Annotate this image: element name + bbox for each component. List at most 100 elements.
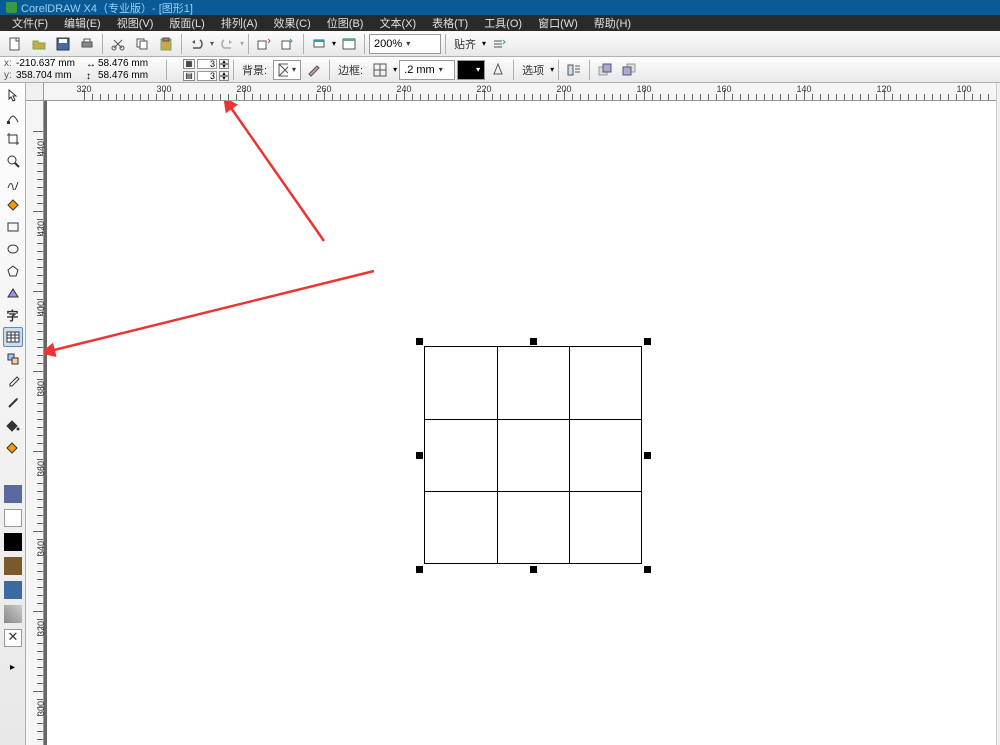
- zoom-tool[interactable]: [3, 151, 23, 171]
- fill-tool[interactable]: [3, 415, 23, 435]
- menu-tools[interactable]: 工具(O): [476, 15, 530, 31]
- border-dropdown-icon[interactable]: ▾: [393, 65, 397, 74]
- width-value: 58.476 mm: [98, 58, 162, 69]
- rectangle-tool[interactable]: [3, 217, 23, 237]
- interactive-tool[interactable]: [3, 349, 23, 369]
- menu-effects[interactable]: 效果(C): [266, 15, 319, 31]
- redo-dropdown-icon[interactable]: ▾: [240, 39, 244, 48]
- menu-file[interactable]: 文件(F): [4, 15, 56, 31]
- cut-button[interactable]: [107, 33, 129, 55]
- handle-nw[interactable]: [416, 338, 423, 345]
- handle-ne[interactable]: [644, 338, 651, 345]
- columns-spinner[interactable]: ▴▾: [219, 59, 229, 69]
- snap-label[interactable]: 贴齐: [450, 36, 480, 52]
- edit-fill-button[interactable]: [303, 59, 325, 81]
- menu-bitmap[interactable]: 位图(B): [319, 15, 372, 31]
- x-label: x:: [4, 58, 14, 69]
- to-back-button[interactable]: [618, 59, 640, 81]
- swatch-5[interactable]: [4, 581, 22, 599]
- background-fill-dropdown[interactable]: ▾: [273, 60, 301, 80]
- toolbox: 字 ✕ ▸: [0, 83, 26, 745]
- ruler-origin[interactable]: [26, 83, 44, 101]
- menu-edit[interactable]: 编辑(E): [56, 15, 109, 31]
- swatch-6[interactable]: [4, 605, 22, 623]
- handle-s[interactable]: [530, 566, 537, 573]
- handle-w[interactable]: [416, 452, 423, 459]
- no-color-swatch[interactable]: ✕: [4, 629, 22, 647]
- handle-n[interactable]: [530, 338, 537, 345]
- menu-window[interactable]: 窗口(W): [530, 15, 586, 31]
- handle-e[interactable]: [644, 452, 651, 459]
- to-front-button[interactable]: [594, 59, 616, 81]
- ellipse-tool[interactable]: [3, 239, 23, 259]
- handle-se[interactable]: [644, 566, 651, 573]
- app-dropdown-icon[interactable]: ▾: [332, 39, 336, 48]
- menu-view[interactable]: 视图(V): [109, 15, 162, 31]
- rows-input[interactable]: [197, 71, 217, 81]
- handle-sw[interactable]: [416, 566, 423, 573]
- canvas[interactable]: [44, 101, 1000, 745]
- open-button[interactable]: [28, 33, 50, 55]
- outline-width-value: .2 mm: [404, 64, 435, 76]
- options-button[interactable]: [488, 33, 510, 55]
- options-dropdown-icon[interactable]: ▾: [550, 65, 554, 74]
- columns-icon: ▦: [183, 59, 195, 69]
- vertical-ruler[interactable]: 440420400380360340320300: [26, 101, 44, 745]
- crop-tool[interactable]: [3, 129, 23, 149]
- basic-shapes-tool[interactable]: [3, 283, 23, 303]
- menu-help[interactable]: 帮助(H): [586, 15, 639, 31]
- polygon-tool[interactable]: [3, 261, 23, 281]
- snap-dropdown-icon[interactable]: ▾: [482, 39, 486, 48]
- chevron-down-icon: ▾: [476, 65, 480, 74]
- outline-color-dropdown[interactable]: ▾: [457, 60, 485, 80]
- grid-line-v1: [497, 347, 498, 563]
- wrap-text-button[interactable]: [563, 59, 585, 81]
- shape-tool[interactable]: [3, 107, 23, 127]
- pick-tool[interactable]: [3, 85, 23, 105]
- undo-button[interactable]: [186, 33, 208, 55]
- print-button[interactable]: [76, 33, 98, 55]
- copy-button[interactable]: [131, 33, 153, 55]
- export-button[interactable]: [277, 33, 299, 55]
- separator: [513, 60, 514, 80]
- separator: [166, 60, 167, 80]
- flyout-arrow[interactable]: ▸: [3, 657, 23, 677]
- table-object[interactable]: [424, 346, 642, 564]
- redo-button[interactable]: [216, 33, 238, 55]
- smart-fill-tool[interactable]: [3, 195, 23, 215]
- undo-dropdown-icon[interactable]: ▾: [210, 39, 214, 48]
- menu-arrange[interactable]: 排列(A): [213, 15, 266, 31]
- outline-pen-button[interactable]: [487, 59, 509, 81]
- new-button[interactable]: [4, 33, 26, 55]
- border-select-button[interactable]: [369, 59, 391, 81]
- import-button[interactable]: [253, 33, 275, 55]
- interactive-fill-tool[interactable]: [3, 437, 23, 457]
- swatch-3[interactable]: [4, 533, 22, 551]
- swatch-4[interactable]: [4, 557, 22, 575]
- menu-table[interactable]: 表格(T): [424, 15, 476, 31]
- freehand-tool[interactable]: [3, 173, 23, 193]
- eyedropper-tool[interactable]: [3, 371, 23, 391]
- swatch-2[interactable]: [4, 509, 22, 527]
- paste-button[interactable]: [155, 33, 177, 55]
- options-label[interactable]: 选项: [518, 62, 548, 78]
- menu-text[interactable]: 文本(X): [371, 15, 424, 31]
- horizontal-ruler[interactable]: 320300280260240220200180160140120100: [44, 83, 1000, 101]
- swatch-1[interactable]: [4, 485, 22, 503]
- outline-width-dropdown[interactable]: .2 mm ▾: [399, 60, 455, 80]
- separator: [329, 60, 330, 80]
- height-value: 58.476 mm: [98, 70, 162, 81]
- rows-spinner[interactable]: ▴▾: [219, 71, 229, 81]
- outline-tool[interactable]: [3, 393, 23, 413]
- columns-input[interactable]: [197, 59, 217, 69]
- text-tool[interactable]: 字: [3, 305, 23, 325]
- table-tool[interactable]: [3, 327, 23, 347]
- position-readout: x:-210.637 mm y:358.704 mm: [4, 58, 80, 82]
- workspace: 字 ✕ ▸ 3203002802602402202001801601401201…: [0, 83, 1000, 745]
- menu-layout[interactable]: 版面(L): [161, 15, 212, 31]
- save-button[interactable]: [52, 33, 74, 55]
- zoom-dropdown[interactable]: 200% ▾: [369, 34, 441, 54]
- app-launcher-button[interactable]: [308, 33, 330, 55]
- welcome-button[interactable]: [338, 33, 360, 55]
- black-swatch-icon: [462, 63, 472, 77]
